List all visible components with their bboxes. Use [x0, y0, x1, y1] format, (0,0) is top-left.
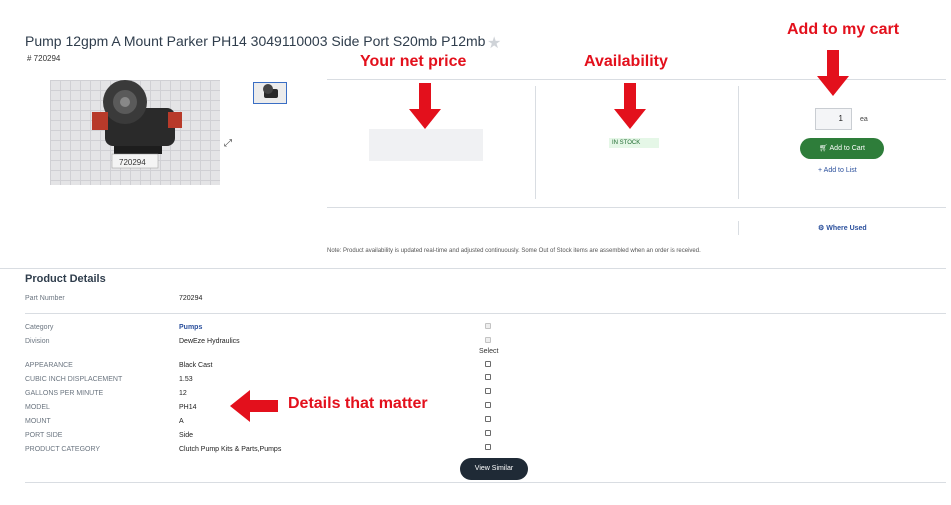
attr-checkbox-product-category[interactable] — [485, 444, 491, 450]
attr-label-model: MODEL — [25, 404, 50, 411]
favorite-star-icon[interactable]: ★ — [487, 33, 501, 53]
division-label: Division — [25, 338, 50, 345]
attr-checkbox-port-side[interactable] — [485, 430, 491, 436]
image-thumbnail[interactable] — [253, 82, 287, 104]
arrow-down-cart-icon — [817, 50, 849, 96]
product-title: Pump 12gpm A Mount Parker PH14 304911000… — [25, 33, 486, 49]
division-checkbox — [485, 337, 491, 343]
panel-divider-1 — [535, 86, 536, 199]
details-divider — [25, 313, 946, 314]
where-used-link[interactable]: ⚙ Where Used — [818, 224, 867, 232]
attr-value-port-side: Side — [179, 432, 194, 439]
add-to-list-label: Add to List — [823, 167, 857, 174]
attr-label-appearance: APPEARANCE — [25, 362, 73, 369]
expand-icon[interactable]: ⤢ — [224, 138, 232, 149]
part-number-value: 720294 — [179, 295, 203, 302]
callout-net-price: Your net price — [360, 53, 467, 70]
image-part-label: 720294 — [119, 158, 146, 167]
category-label: Category — [25, 324, 54, 331]
cart-icon: 🛒︎ — [819, 145, 830, 152]
gear-icon: ⚙ — [818, 225, 827, 232]
attr-label-gpm: GALLONS PER MINUTE — [25, 390, 104, 397]
attr-checkbox-gpm[interactable] — [485, 388, 491, 394]
panel-divider-3 — [738, 221, 739, 235]
attr-value-displacement: 1.53 — [179, 376, 193, 383]
select-column-header: Select — [479, 348, 499, 355]
arrow-left-details-icon — [230, 390, 278, 422]
attr-checkbox-model[interactable] — [485, 402, 491, 408]
attr-value-appearance: Black Cast — [179, 362, 213, 369]
attr-value-mount: A — [179, 418, 184, 425]
callout-add-to-cart: Add to my cart — [787, 21, 900, 38]
availability-note: Note: Product availability is updated re… — [327, 248, 701, 254]
division-value: DewEze Hydraulics — [179, 338, 240, 345]
pump-illustration — [92, 80, 182, 169]
view-similar-button[interactable]: View Similar — [460, 458, 528, 480]
quantity-unit: ea — [860, 116, 868, 123]
attr-checkbox-appearance[interactable] — [485, 361, 491, 367]
thumbnail-pump-icon — [263, 84, 278, 98]
where-used-label: Where Used — [826, 225, 867, 232]
category-checkbox — [485, 323, 491, 329]
product-image[interactable]: 720294 — [50, 80, 220, 185]
add-to-cart-label: Add to Cart — [829, 145, 865, 152]
attr-value-product-category: Clutch Pump Kits & Parts,Pumps — [179, 446, 282, 453]
attr-checkbox-mount[interactable] — [485, 416, 491, 422]
attr-label-displacement: CUBIC INCH DISPLACEMENT — [25, 376, 123, 383]
attr-label-port-side: PORT SIDE — [25, 432, 63, 439]
arrow-down-availability-icon — [614, 83, 646, 129]
attr-label-product-category: PRODUCT CATEGORY — [25, 446, 101, 453]
quantity-input[interactable]: 1 — [815, 108, 852, 130]
part-number-label: Part Number — [25, 295, 65, 302]
product-sku: # 720294 — [27, 54, 61, 63]
arrow-down-price-icon — [409, 83, 441, 129]
callout-details: Details that matter — [288, 395, 428, 412]
details-bottom-divider — [25, 482, 946, 483]
details-top-divider — [0, 268, 946, 269]
attr-label-mount: MOUNT — [25, 418, 51, 425]
category-value-link[interactable]: Pumps — [179, 324, 202, 331]
add-to-list-link[interactable]: + Add to List — [818, 167, 857, 174]
panel-top-divider — [327, 79, 946, 80]
callout-availability: Availability — [584, 53, 668, 70]
availability-badge: IN STOCK — [609, 138, 659, 148]
net-price-placeholder — [369, 129, 483, 161]
panel-bottom-divider — [327, 207, 946, 208]
product-details-heading: Product Details — [25, 273, 106, 285]
attr-checkbox-displacement[interactable] — [485, 374, 491, 380]
panel-divider-2 — [738, 86, 739, 199]
add-to-cart-button[interactable]: 🛒︎ Add to Cart — [800, 138, 884, 159]
attr-value-model: PH14 — [179, 404, 197, 411]
attr-value-gpm: 12 — [179, 390, 187, 397]
